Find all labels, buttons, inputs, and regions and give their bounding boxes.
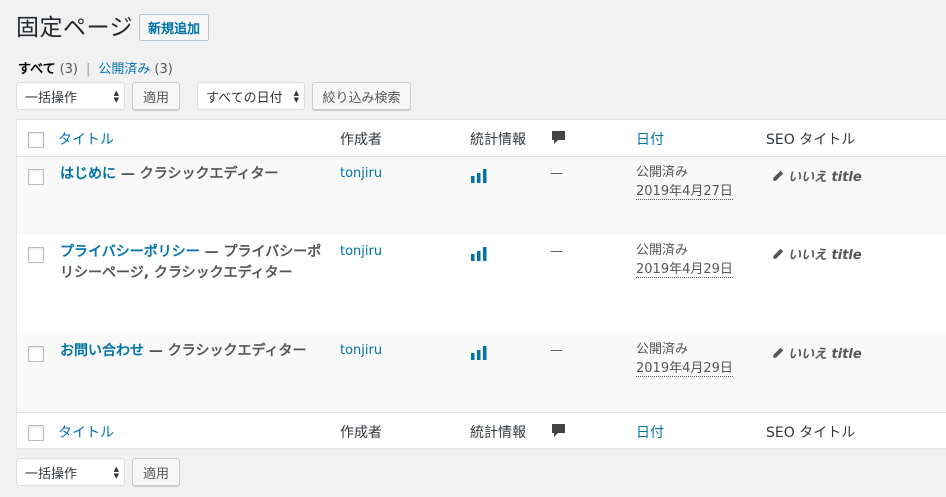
row-title-cell: お問い合わせ — クラシックエディター bbox=[60, 341, 325, 362]
filter-all-link[interactable]: すべて bbox=[18, 58, 56, 77]
bulk-action-select-bottom[interactable]: 一括操作 ▲ ▼ bbox=[16, 458, 125, 486]
apply-button-top[interactable]: 適用 bbox=[132, 82, 180, 110]
row-date: 2019年4月29日 bbox=[636, 262, 733, 278]
column-date-footer[interactable]: 日付 bbox=[636, 422, 664, 442]
select-all-checkbox-bottom[interactable] bbox=[28, 425, 44, 441]
row-checkbox[interactable] bbox=[28, 346, 44, 362]
table-header-row: タイトル 作成者 統計情報 日付 SEO タイトル bbox=[17, 120, 946, 157]
column-stats-header: 統計情報 bbox=[470, 132, 526, 148]
pencil-icon[interactable] bbox=[772, 248, 784, 260]
filter-button[interactable]: 絞り込み検索 bbox=[312, 82, 411, 110]
row-title-cell: プライバシーポリシー — プライバシーポリシーページ, クラシックエディター bbox=[60, 242, 325, 284]
select-arrows-icon: ▲ ▼ bbox=[113, 89, 119, 104]
row-date: 2019年4月27日 bbox=[636, 184, 733, 200]
row-status: 公開済み bbox=[636, 342, 689, 357]
stats-bar-icon[interactable] bbox=[471, 345, 487, 360]
table-row: はじめに — クラシックエディター tonjiru — 公開済み 2019年4月… bbox=[17, 157, 946, 235]
row-seo-cell: いいえ title bbox=[772, 343, 862, 362]
pencil-icon[interactable] bbox=[772, 170, 784, 182]
date-filter-select[interactable]: すべての日付 ▲ ▼ bbox=[197, 82, 305, 110]
bulk-action-value: 一括操作 bbox=[25, 466, 78, 482]
filter-separator: | bbox=[86, 62, 91, 77]
row-author-link[interactable]: tonjiru bbox=[340, 244, 382, 259]
row-seo-value: いいえ title bbox=[788, 170, 862, 185]
date-filter-value: すべての日付 bbox=[206, 90, 283, 106]
row-author-link[interactable]: tonjiru bbox=[340, 166, 382, 181]
column-date-header[interactable]: 日付 bbox=[636, 129, 664, 149]
bulk-action-select-top[interactable]: 一括操作 ▲ ▼ bbox=[16, 82, 125, 110]
table-footer-row: タイトル 作成者 統計情報 日付 SEO タイトル bbox=[17, 412, 946, 449]
row-seo-cell: いいえ title bbox=[772, 166, 862, 185]
select-all-checkbox[interactable] bbox=[28, 132, 44, 148]
column-title-footer[interactable]: タイトル bbox=[58, 422, 114, 442]
status-filter-links: すべて (3) | 公開済み (3) bbox=[18, 58, 173, 77]
row-title-link[interactable]: プライバシーポリシー bbox=[60, 244, 200, 260]
filter-published-count: (3) bbox=[154, 62, 173, 77]
row-status: 公開済み bbox=[636, 165, 689, 180]
select-arrows-icon: ▲ ▼ bbox=[293, 89, 299, 104]
bulk-action-value: 一括操作 bbox=[25, 90, 78, 106]
column-author-header: 作成者 bbox=[340, 132, 382, 148]
filter-all-count: (3) bbox=[59, 62, 78, 77]
row-comments: — bbox=[550, 343, 563, 358]
row-title-suffix: — クラシックエディター bbox=[116, 166, 279, 182]
row-comments: — bbox=[550, 244, 563, 259]
row-status: 公開済み bbox=[636, 243, 689, 258]
row-author-link[interactable]: tonjiru bbox=[340, 343, 382, 358]
row-title-cell: はじめに — クラシックエディター bbox=[60, 164, 325, 185]
row-date-cell: 公開済み 2019年4月29日 bbox=[636, 241, 733, 279]
stats-bar-icon[interactable] bbox=[471, 246, 487, 261]
column-stats-footer: 統計情報 bbox=[470, 425, 526, 441]
column-seo-title-footer: SEO タイトル bbox=[766, 425, 856, 441]
row-date-cell: 公開済み 2019年4月29日 bbox=[636, 340, 733, 378]
comment-bubble-icon[interactable] bbox=[551, 130, 566, 150]
stats-bar-icon[interactable] bbox=[471, 168, 487, 183]
column-seo-title-header: SEO タイトル bbox=[766, 132, 856, 148]
page-title: 固定ページ bbox=[16, 15, 134, 41]
row-seo-value: いいえ title bbox=[788, 347, 862, 362]
select-arrows-icon: ▲ ▼ bbox=[113, 465, 119, 480]
table-row: プライバシーポリシー — プライバシーポリシーページ, クラシックエディター t… bbox=[17, 235, 946, 334]
add-new-button[interactable]: 新規追加 bbox=[139, 14, 209, 41]
row-checkbox[interactable] bbox=[28, 247, 44, 263]
row-seo-value: いいえ title bbox=[788, 248, 862, 263]
apply-button-bottom[interactable]: 適用 bbox=[132, 458, 180, 486]
comment-bubble-icon[interactable] bbox=[551, 423, 566, 443]
column-author-footer: 作成者 bbox=[340, 425, 382, 441]
filter-published-link[interactable]: 公開済み bbox=[98, 58, 150, 77]
row-comments: — bbox=[550, 166, 563, 181]
row-seo-cell: いいえ title bbox=[772, 244, 862, 263]
column-title-header[interactable]: タイトル bbox=[58, 129, 114, 149]
row-checkbox[interactable] bbox=[28, 169, 44, 185]
row-title-suffix: — クラシックエディター bbox=[144, 343, 307, 359]
table-row: お問い合わせ — クラシックエディター tonjiru — 公開済み 2019年… bbox=[17, 334, 946, 412]
row-title-link[interactable]: お問い合わせ bbox=[60, 343, 144, 359]
row-date: 2019年4月29日 bbox=[636, 361, 733, 377]
row-date-cell: 公開済み 2019年4月27日 bbox=[636, 163, 733, 201]
pencil-icon[interactable] bbox=[772, 347, 784, 359]
row-title-link[interactable]: はじめに bbox=[60, 166, 116, 182]
pages-table: タイトル 作成者 統計情報 日付 SEO タイトル はじめに — クラシックエデ… bbox=[16, 119, 946, 449]
